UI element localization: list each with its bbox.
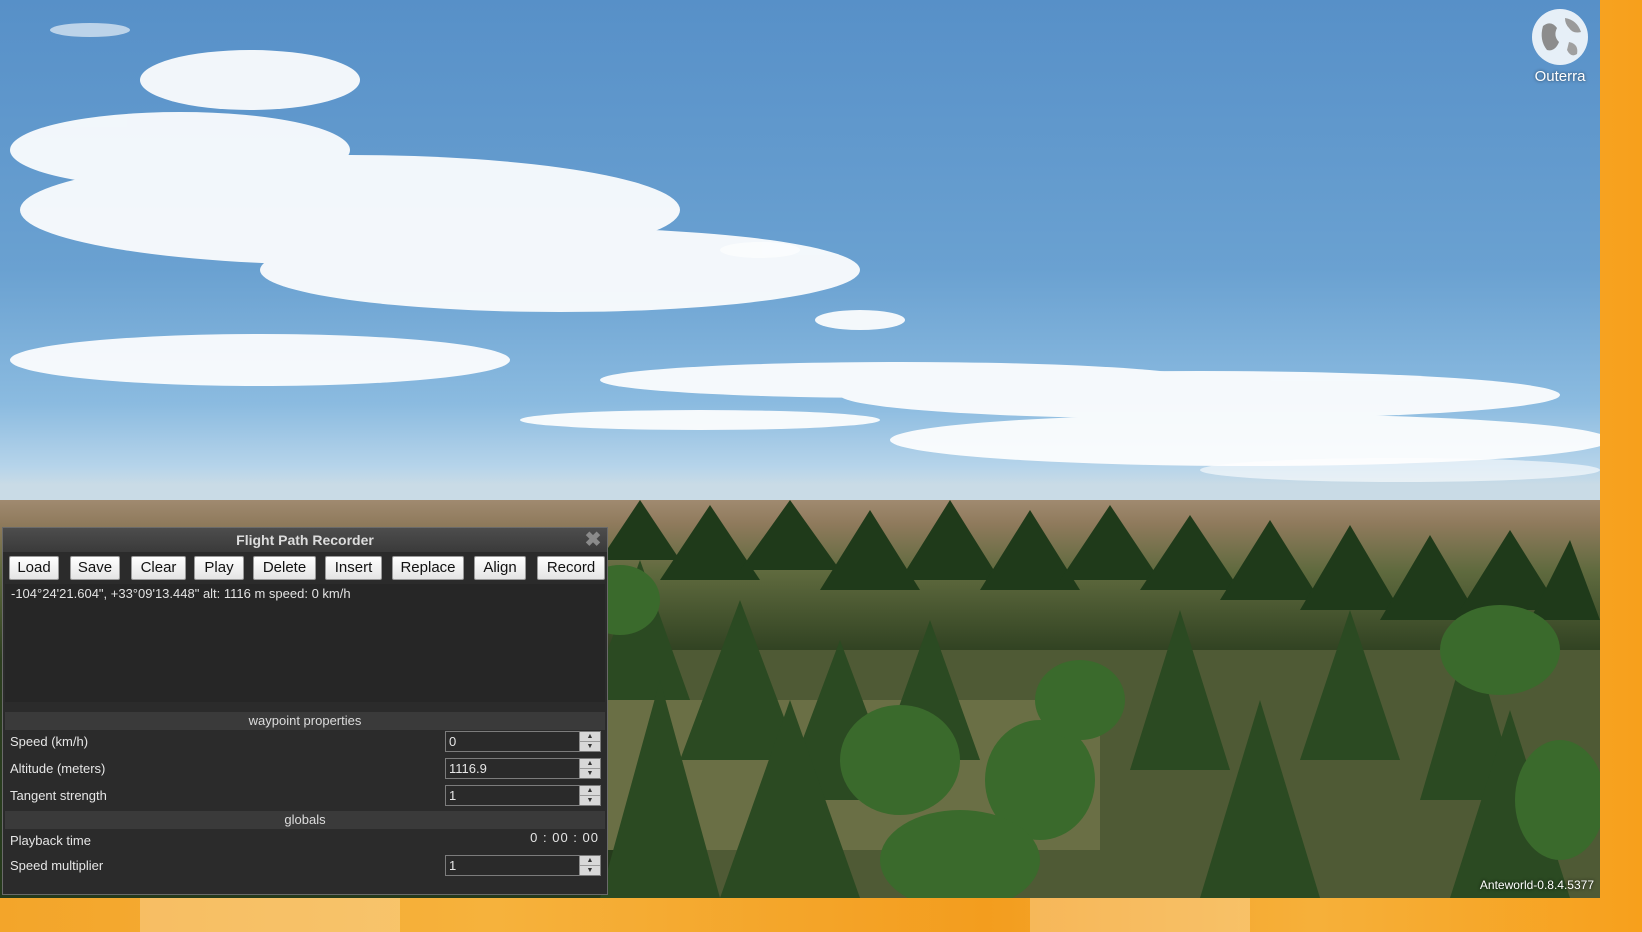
speed-stepper[interactable]: ▲ ▼ [579, 732, 600, 751]
version-label: Anteworld-0.8.4.5377 [1479, 878, 1594, 892]
desktop-stripe [1030, 898, 1250, 932]
playback-time-label: Playback time [10, 833, 91, 848]
insert-button[interactable]: Insert [325, 556, 382, 580]
tangent-strength-spinbox[interactable]: 1 ▲ ▼ [445, 785, 601, 806]
speed-value[interactable]: 0 [449, 732, 456, 751]
altitude-value[interactable]: 1116.9 [449, 759, 487, 778]
altitude-stepper[interactable]: ▲ ▼ [579, 759, 600, 778]
clear-button[interactable]: Clear [131, 556, 186, 580]
desktop-stripe [140, 898, 400, 932]
tangent-stepper[interactable]: ▲ ▼ [579, 786, 600, 805]
multiplier-stepper[interactable]: ▲ ▼ [579, 856, 600, 875]
position-status: -104°24'21.604", +33°09'13.448" alt: 111… [11, 586, 351, 601]
spin-up-icon[interactable]: ▲ [580, 856, 600, 866]
speed-spinbox[interactable]: 0 ▲ ▼ [445, 731, 601, 752]
save-button[interactable]: Save [70, 556, 120, 580]
load-button[interactable]: Load [9, 556, 59, 580]
spin-up-icon[interactable]: ▲ [580, 786, 600, 796]
outerra-logo: Outerra [1522, 6, 1598, 85]
tangent-strength-value[interactable]: 1 [449, 786, 456, 805]
spin-down-icon[interactable]: ▼ [580, 866, 600, 875]
waypoint-list[interactable] [5, 584, 605, 702]
spin-down-icon[interactable]: ▼ [580, 769, 600, 778]
waypoint-properties-header: waypoint properties [5, 712, 605, 730]
spin-down-icon[interactable]: ▼ [580, 742, 600, 751]
speed-multiplier-value[interactable]: 1 [449, 856, 456, 875]
play-button[interactable]: Play [194, 556, 244, 580]
playback-time-value: 0 : 00 : 00 [530, 830, 599, 845]
close-icon[interactable]: ✖ [583, 530, 603, 550]
speed-multiplier-label: Speed multiplier [10, 858, 104, 873]
sky-clouds [10, 23, 1600, 482]
altitude-spinbox[interactable]: 1116.9 ▲ ▼ [445, 758, 601, 779]
spin-up-icon[interactable]: ▲ [580, 732, 600, 742]
record-button[interactable]: Record [537, 556, 605, 580]
speed-multiplier-spinbox[interactable]: 1 ▲ ▼ [445, 855, 601, 876]
flight-path-recorder-panel: Flight Path Recorder ✖ Load Save Clear P… [2, 527, 608, 895]
spin-down-icon[interactable]: ▼ [580, 796, 600, 805]
delete-button[interactable]: Delete [253, 556, 316, 580]
panel-titlebar[interactable]: Flight Path Recorder ✖ [3, 528, 607, 552]
spin-up-icon[interactable]: ▲ [580, 759, 600, 769]
replace-button[interactable]: Replace [392, 556, 464, 580]
speed-label: Speed (km/h) [10, 734, 89, 749]
altitude-label: Altitude (meters) [10, 761, 106, 776]
align-button[interactable]: Align [474, 556, 526, 580]
globals-header: globals [5, 811, 605, 829]
logo-label: Outerra [1534, 68, 1586, 85]
panel-title: Flight Path Recorder [236, 532, 374, 548]
tangent-strength-label: Tangent strength [10, 788, 107, 803]
globe-icon [1532, 9, 1588, 65]
